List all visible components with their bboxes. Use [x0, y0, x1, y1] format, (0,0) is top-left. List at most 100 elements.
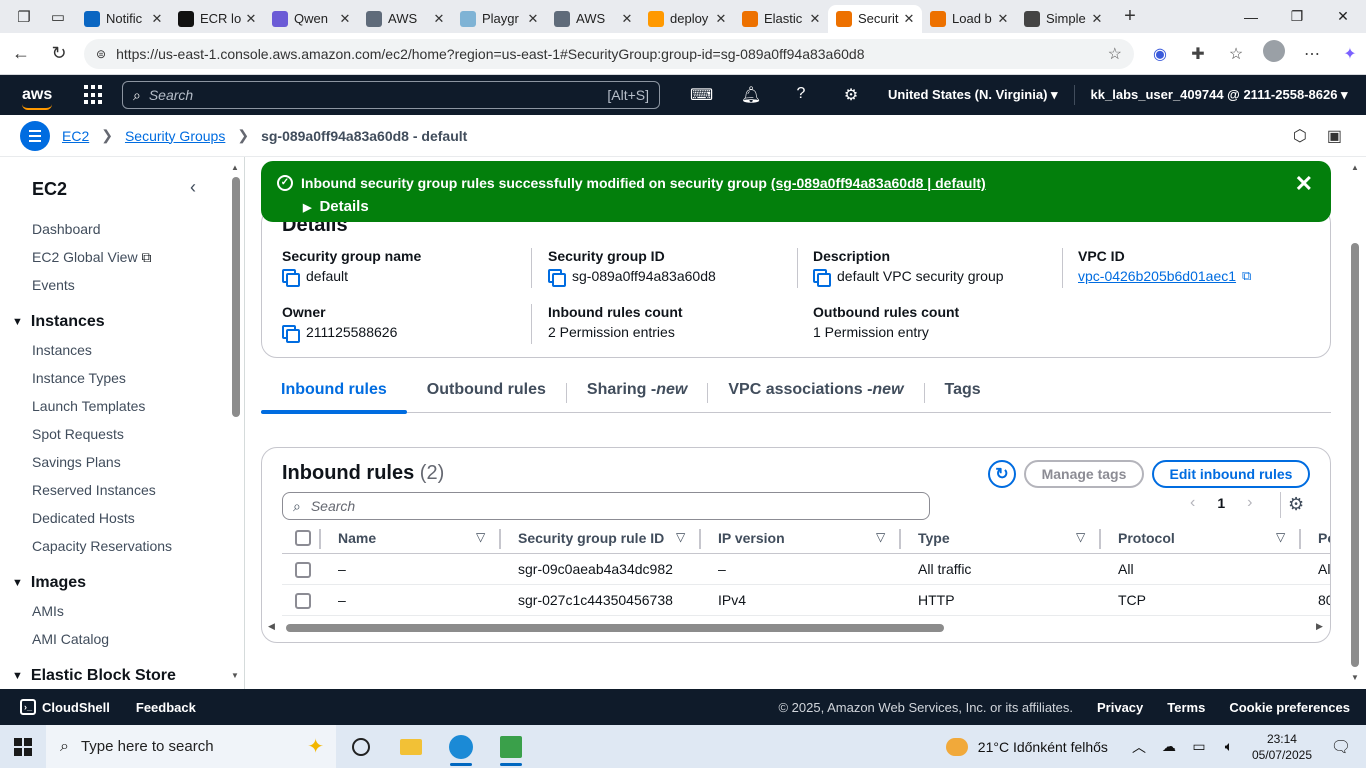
- table-row[interactable]: – sgr-09c0aeab4a34dc982 – All traffic Al…: [282, 554, 1330, 585]
- vpc-id-link[interactable]: vpc-0426b205b6d01aec1: [1078, 268, 1236, 284]
- new-tab-button[interactable]: +: [1118, 5, 1142, 28]
- flash-details-toggle[interactable]: ▶ Details: [303, 198, 369, 215]
- show-hidden-icons-chevron-icon[interactable]: ︿: [1124, 737, 1154, 757]
- sidebar-section-ebs[interactable]: ▼ Elastic Block Store: [12, 667, 176, 685]
- cloudshell-button[interactable]: ›_ CloudShell: [20, 699, 110, 715]
- tab-outbound-rules[interactable]: Outbound rules: [407, 381, 566, 413]
- scroll-down-arrow-icon[interactable]: ▼: [1351, 673, 1359, 682]
- feedback-link[interactable]: Feedback: [136, 700, 196, 715]
- tab-actions-icon[interactable]: ▭: [46, 5, 70, 29]
- extensions-puzzle-icon[interactable]: ✚: [1186, 44, 1210, 64]
- terms-link[interactable]: Terms: [1167, 700, 1205, 715]
- breadcrumb-security-groups[interactable]: Security Groups: [125, 128, 225, 144]
- account-menu[interactable]: kk_labs_user_409744 @ 2111-2558-8626 ▾: [1091, 87, 1348, 103]
- close-tab-icon[interactable]: ✕: [526, 11, 540, 27]
- sidebar-item-reserved-instances[interactable]: Reserved Instances: [32, 482, 156, 498]
- scroll-up-arrow-icon[interactable]: ▲: [231, 163, 239, 172]
- close-tab-icon[interactable]: ✕: [150, 11, 164, 27]
- copilot-icon[interactable]: ✦: [1338, 44, 1362, 64]
- breadcrumb-ec2[interactable]: EC2: [62, 128, 89, 144]
- sidebar-item-events[interactable]: Events: [32, 277, 75, 293]
- page-number[interactable]: 1: [1217, 495, 1225, 511]
- table-row[interactable]: – sgr-027c1c44350456738 IPv4 HTTP TCP 80: [282, 585, 1330, 616]
- close-tab-icon[interactable]: ✕: [620, 11, 634, 27]
- privacy-link[interactable]: Privacy: [1097, 700, 1143, 715]
- column-header-protocol[interactable]: Protocol: [1118, 530, 1175, 546]
- copy-icon[interactable]: [548, 269, 566, 287]
- column-header-rule-id[interactable]: Security group rule ID: [518, 530, 664, 546]
- browser-tab[interactable]: deploy ✕: [640, 5, 734, 33]
- column-header-port[interactable]: Po: [1318, 530, 1330, 546]
- url-field[interactable]: ⊜ https://us-east-1.console.aws.amazon.c…: [84, 38, 1134, 69]
- network-icon[interactable]: ☁: [1154, 738, 1184, 755]
- file-explorer-icon[interactable]: [386, 725, 436, 768]
- tab-tags[interactable]: Tags: [925, 381, 1001, 413]
- close-tab-icon[interactable]: ✕: [1090, 11, 1104, 27]
- table-horizontal-scrollbar[interactable]: [286, 624, 944, 632]
- start-button[interactable]: [0, 737, 46, 756]
- info-panel-icon[interactable]: ⬡: [1293, 126, 1307, 146]
- copy-icon[interactable]: [282, 325, 300, 343]
- scroll-right-arrow-icon[interactable]: ▶: [1316, 621, 1323, 632]
- cloudshell-icon[interactable]: ⌨: [690, 85, 713, 105]
- workspaces-icon[interactable]: ❐: [12, 5, 36, 29]
- manage-tags-button[interactable]: Manage tags: [1024, 460, 1144, 488]
- collapse-sidebar-icon[interactable]: ‹: [190, 177, 196, 198]
- browser-tab[interactable]: Elastic ✕: [734, 5, 828, 33]
- tab-vpc-associations[interactable]: VPC associations - new: [708, 381, 923, 413]
- close-tab-icon[interactable]: ✕: [714, 11, 728, 27]
- settings-gear-icon[interactable]: ⚙: [840, 85, 862, 105]
- column-resizer[interactable]: [1099, 529, 1101, 549]
- reload-icon[interactable]: ↻: [42, 43, 76, 64]
- scroll-left-arrow-icon[interactable]: ◀: [268, 621, 275, 632]
- aws-search-input[interactable]: ⌕ Search [Alt+S]: [122, 81, 660, 109]
- tab-sharing[interactable]: Sharing - new: [567, 381, 707, 413]
- sidebar-item-instance-types[interactable]: Instance Types: [32, 370, 126, 386]
- sort-caret-icon[interactable]: ▽: [876, 530, 885, 544]
- close-tab-icon[interactable]: ✕: [808, 11, 822, 27]
- sidebar-item-dashboard[interactable]: Dashboard: [32, 221, 101, 237]
- side-nav-toggle-icon[interactable]: [20, 120, 50, 151]
- row-checkbox[interactable]: [295, 562, 311, 578]
- column-header-name[interactable]: Name: [338, 530, 376, 546]
- sidebar-item-dedicated-hosts[interactable]: Dedicated Hosts: [32, 510, 135, 526]
- browser-tab[interactable]: Load b ✕: [922, 5, 1016, 33]
- scroll-down-arrow-icon[interactable]: ▼: [231, 671, 239, 680]
- sort-caret-icon[interactable]: ▽: [1276, 530, 1285, 544]
- copy-icon[interactable]: [813, 269, 831, 287]
- sidebar-item-amis[interactable]: AMIs: [32, 603, 64, 619]
- close-tab-icon[interactable]: ✕: [244, 11, 258, 27]
- copy-icon[interactable]: [282, 269, 300, 287]
- close-tab-icon[interactable]: ✕: [902, 11, 916, 27]
- edge-browser-icon[interactable]: [436, 725, 486, 768]
- notepad-app-icon[interactable]: [486, 725, 536, 768]
- browser-tab[interactable]: Securit ✕: [828, 4, 922, 33]
- sidebar-item-spot-requests[interactable]: Spot Requests: [32, 426, 124, 442]
- close-tab-icon[interactable]: ✕: [338, 11, 352, 27]
- column-resizer[interactable]: [699, 529, 701, 549]
- sort-caret-icon[interactable]: ▽: [1076, 530, 1085, 544]
- sidebar-item-ami-catalog[interactable]: AMI Catalog: [32, 631, 109, 647]
- browser-tab[interactable]: AWS ✕: [546, 5, 640, 33]
- restore-icon[interactable]: ❐: [1274, 0, 1320, 33]
- volume-icon[interactable]: 🔈︎: [1214, 738, 1244, 755]
- browser-tab[interactable]: Notific ✕: [76, 5, 170, 33]
- minimize-icon[interactable]: —: [1228, 0, 1274, 33]
- select-all-checkbox[interactable]: [295, 530, 311, 546]
- favorite-star-icon[interactable]: ☆: [1108, 44, 1122, 64]
- taskbar-search-box[interactable]: ⌕ Type here to search ✦: [46, 725, 336, 768]
- browser-tab[interactable]: Qwen ✕: [264, 5, 358, 33]
- next-page-icon[interactable]: ›: [1247, 494, 1252, 512]
- sidebar-item-instances[interactable]: Instances: [32, 342, 92, 358]
- profile-avatar[interactable]: [1262, 40, 1286, 67]
- extension-icon[interactable]: ◉: [1148, 44, 1172, 64]
- sidebar-item-capacity-reservations[interactable]: Capacity Reservations: [32, 538, 172, 554]
- services-grid-icon[interactable]: [84, 85, 104, 105]
- clock[interactable]: 23:14 05/07/2025: [1252, 731, 1312, 763]
- help-icon[interactable]: ?: [790, 85, 812, 105]
- prev-page-icon[interactable]: ‹: [1190, 494, 1195, 512]
- page-vertical-scrollbar[interactable]: [1351, 243, 1359, 667]
- sidebar-section-images[interactable]: ▼ Images: [12, 574, 86, 592]
- sidebar-item-global-view[interactable]: EC2 Global View ⧉: [32, 249, 151, 266]
- back-icon[interactable]: ←: [4, 43, 38, 64]
